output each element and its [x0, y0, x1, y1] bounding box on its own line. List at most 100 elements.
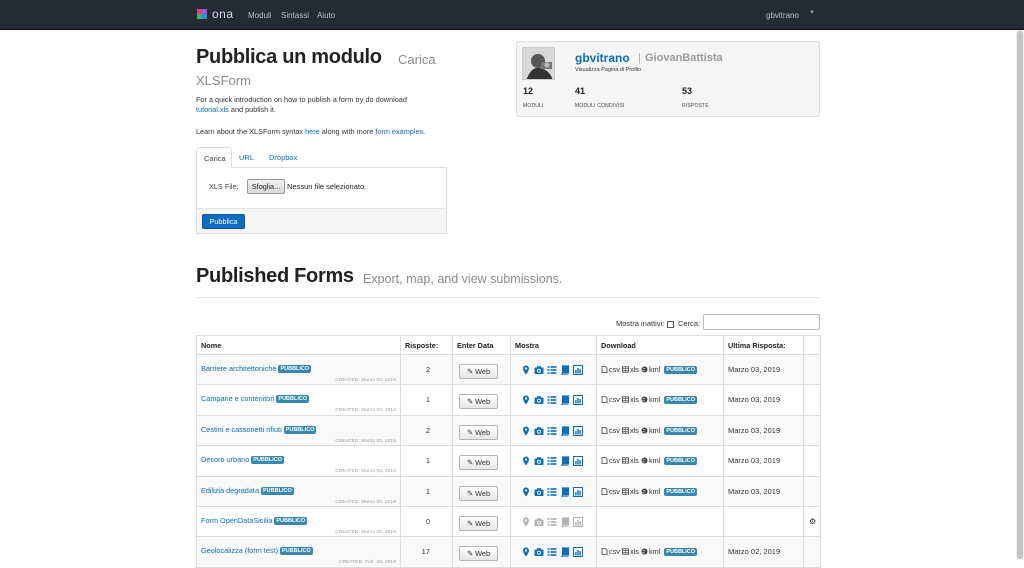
form-name-link[interactable]: Geolocalizza (form test) — [201, 546, 278, 555]
map-marker-icon[interactable] — [521, 365, 531, 375]
nav-link-aiuto[interactable]: Aiuto — [317, 11, 335, 20]
web-enter-data-button[interactable]: ✎ Web — [459, 394, 498, 410]
kml-download[interactable]: kml — [641, 365, 660, 374]
kml-download[interactable]: kml — [641, 547, 660, 556]
publish-button[interactable]: Pubblica — [202, 214, 245, 229]
kml-download[interactable]: kml — [641, 426, 660, 435]
bar-chart-icon[interactable] — [573, 365, 583, 375]
public-badge[interactable]: PUBBLICO — [274, 516, 308, 525]
camera-icon[interactable] — [534, 487, 544, 497]
camera-icon[interactable] — [534, 395, 544, 405]
form-name-link[interactable]: Decoro urbano — [201, 455, 249, 464]
web-enter-data-button[interactable]: ✎ Web — [459, 515, 498, 531]
list-icon[interactable] — [547, 426, 557, 436]
col-header-mostra[interactable]: Mostra — [510, 335, 597, 355]
bar-chart-icon[interactable] — [573, 395, 583, 406]
form-name-link[interactable]: Form OpenDataSicilia — [201, 516, 272, 525]
show-inactive-checkbox[interactable] — [667, 321, 674, 328]
bar-chart-icon[interactable] — [573, 486, 583, 497]
xls-download[interactable]: xls — [621, 456, 639, 465]
col-header-enter-data[interactable]: Enter Data — [452, 335, 511, 355]
bar-chart-icon[interactable] — [573, 456, 583, 467]
nav-link-moduli[interactable]: Moduli — [248, 11, 272, 20]
map-marker-icon[interactable] — [521, 547, 531, 557]
csv-download[interactable]: csv — [601, 456, 620, 465]
cell-download: csv xls kml PUBBLICO — [596, 536, 724, 568]
map-marker-icon[interactable] — [521, 426, 531, 436]
camera-icon[interactable] — [534, 426, 544, 436]
public-badge[interactable]: PUBBLICO — [278, 365, 312, 373]
map-marker-icon[interactable] — [521, 456, 531, 466]
nav-user-menu[interactable]: gbvitrano — [766, 11, 799, 20]
list-icon[interactable] — [547, 365, 557, 375]
syntax-here-link[interactable]: here — [305, 127, 320, 136]
tutorial-link[interactable]: tutorial.xls — [196, 105, 229, 114]
col-header-risposte[interactable]: Risposte: — [400, 335, 453, 355]
kml-download[interactable]: kml — [641, 487, 660, 496]
form-name-link[interactable]: Edilizia degradata — [201, 486, 259, 495]
public-badge[interactable]: PUBBLICO — [261, 486, 294, 495]
kml-download[interactable]: kml — [641, 456, 660, 465]
book-icon[interactable] — [560, 486, 570, 497]
csv-download[interactable]: csv — [601, 426, 620, 435]
cell-mostra — [510, 384, 597, 416]
camera-icon[interactable] — [534, 547, 544, 557]
book-icon[interactable] — [560, 395, 570, 406]
form-name-link[interactable]: Cestini e cassonetti rifiuti — [201, 425, 282, 434]
list-icon[interactable] — [547, 395, 557, 405]
xls-download[interactable]: xls — [621, 487, 639, 496]
kml-download[interactable]: kml — [641, 395, 660, 404]
browse-file-button[interactable]: Sfoglia... — [247, 179, 285, 194]
web-enter-data-button[interactable]: ✎ Web — [459, 485, 498, 501]
col-header-download[interactable]: Download — [596, 335, 724, 355]
ona-logo[interactable]: ona — [197, 7, 233, 22]
gear-icon[interactable]: ⚙ — [809, 517, 816, 526]
avatar[interactable] — [522, 47, 555, 80]
cell-mostra — [510, 475, 597, 507]
chevron-down-icon[interactable]: ▼ — [809, 10, 815, 16]
form-examples-link[interactable]: form examples — [375, 127, 423, 136]
xls-download[interactable]: xls — [621, 365, 639, 374]
csv-download[interactable]: csv — [601, 547, 620, 556]
list-icon[interactable] — [547, 487, 557, 497]
search-input[interactable] — [703, 314, 820, 330]
map-marker-icon[interactable] — [521, 395, 531, 405]
xls-download[interactable]: xls — [621, 426, 639, 435]
tab-dropbox[interactable]: Dropbox — [262, 147, 304, 168]
web-enter-data-button[interactable]: ✎ Web — [459, 364, 498, 379]
web-enter-data-button[interactable]: ✎ Web — [459, 455, 498, 471]
xls-download[interactable]: xls — [621, 547, 639, 556]
public-badge[interactable]: PUBBLICO — [276, 395, 310, 404]
col-header-nome[interactable]: Nome — [196, 335, 401, 355]
csv-download[interactable]: csv — [601, 395, 620, 404]
form-name-link[interactable]: Barriere architettoniche — [201, 364, 276, 373]
book-icon[interactable] — [560, 426, 570, 436]
web-enter-data-button[interactable]: ✎ Web — [459, 546, 498, 562]
camera-icon[interactable] — [534, 456, 544, 466]
list-icon[interactable] — [547, 547, 557, 557]
col-header-ultima-risposta[interactable]: Ultima Risposta: — [723, 335, 804, 355]
csv-download[interactable]: csv — [601, 365, 620, 374]
public-badge[interactable]: PUBBLICO — [251, 456, 285, 465]
list-icon[interactable] — [547, 456, 557, 466]
public-badge[interactable]: PUBBLICO — [283, 425, 317, 434]
xls-download[interactable]: xls — [621, 395, 639, 404]
bar-chart-icon[interactable] — [573, 547, 583, 558]
view-profile-link[interactable]: Visualizza Pagina di Profilo — [575, 67, 641, 73]
file-icon — [601, 547, 609, 556]
web-enter-data-button[interactable]: ✎ Web — [459, 424, 498, 440]
camera-icon[interactable] — [534, 365, 544, 375]
nav-link-sintassi[interactable]: Sintassi — [281, 11, 309, 20]
book-icon[interactable] — [560, 456, 570, 467]
form-name-link[interactable]: Campane e contenitori — [201, 394, 274, 403]
tab-url[interactable]: URL — [232, 147, 261, 168]
profile-username[interactable]: gbvitrano — [575, 51, 630, 65]
scrollbar-thumb[interactable] — [1017, 31, 1023, 559]
book-icon[interactable] — [560, 365, 570, 375]
tab-carica[interactable]: Carica — [196, 147, 232, 168]
map-marker-icon[interactable] — [521, 487, 531, 497]
bar-chart-icon[interactable] — [573, 425, 583, 436]
book-icon[interactable] — [560, 547, 570, 558]
public-badge[interactable]: PUBBLICO — [280, 547, 313, 556]
csv-download[interactable]: csv — [601, 487, 620, 496]
